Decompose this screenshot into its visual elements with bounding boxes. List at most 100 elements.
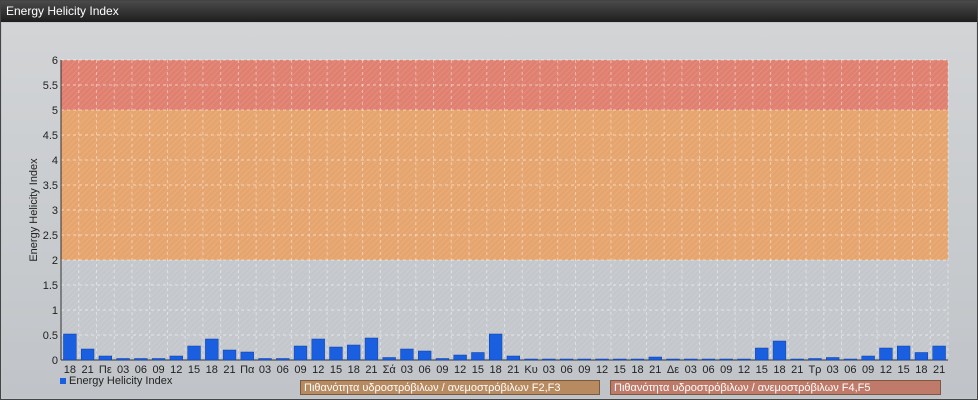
bar <box>897 345 911 361</box>
bar <box>205 338 219 361</box>
bar <box>879 347 893 361</box>
bar <box>222 349 237 361</box>
bar <box>595 358 609 361</box>
x-tick-label: 03 <box>827 364 839 376</box>
x-tick-label: 18 <box>206 364 218 376</box>
y-tick-label: 6 <box>52 55 58 67</box>
bar <box>755 347 769 361</box>
bar <box>701 358 716 361</box>
x-tick-label: 18 <box>773 364 785 376</box>
bar <box>914 352 929 361</box>
bar <box>559 358 574 361</box>
x-tick-label: 09 <box>294 364 306 376</box>
x-tick-label: 21 <box>791 364 803 376</box>
bar <box>648 356 662 361</box>
x-tick-label: 15 <box>330 364 342 376</box>
y-tick-label: 5.5 <box>43 80 58 92</box>
bar <box>843 358 858 361</box>
bar <box>187 345 201 361</box>
bar <box>329 346 343 361</box>
x-tick-label: 09 <box>578 364 590 376</box>
legend-band-f2f3: Πιθανότητα υδροστρόβιλων / ανεμοστρόβιλω… <box>300 380 600 395</box>
bar <box>418 350 432 361</box>
x-tick-label: 12 <box>738 364 750 376</box>
x-tick-label: Πα <box>240 364 255 376</box>
x-tick-label: 06 <box>560 364 572 376</box>
x-tick-label: 18 <box>631 364 643 376</box>
bar <box>666 358 680 361</box>
bar <box>737 358 751 361</box>
x-tick-label: 15 <box>614 364 626 376</box>
x-tick-label: 18 <box>915 364 927 376</box>
bar <box>861 355 875 361</box>
x-tick-label: 03 <box>401 364 413 376</box>
bar <box>364 337 379 361</box>
x-tick-label: 03 <box>543 364 555 376</box>
x-tick-label: 18 <box>490 364 502 376</box>
bar <box>630 358 645 361</box>
x-tick-label: Σά <box>383 364 397 376</box>
x-tick-label: Τρ <box>808 364 821 376</box>
x-tick-label: 03 <box>685 364 697 376</box>
x-tick-label: Κυ <box>524 364 537 376</box>
bar <box>311 338 325 361</box>
bar <box>258 358 272 361</box>
x-tick-label: 21 <box>649 364 661 376</box>
legend-swatch <box>60 378 66 385</box>
x-tick-label: 06 <box>702 364 714 376</box>
y-axis-label: Energy Helicity Index <box>28 158 40 262</box>
x-tick-label: 15 <box>898 364 910 376</box>
x-tick-label: 15 <box>188 364 200 376</box>
bar <box>276 358 290 361</box>
x-tick-label: 06 <box>419 364 431 376</box>
bar <box>240 351 254 361</box>
x-tick-label: 12 <box>596 364 608 376</box>
y-tick-label: 4.5 <box>43 130 58 142</box>
x-tick-label: 21 <box>365 364 377 376</box>
bar <box>577 358 591 361</box>
x-tick-label: 15 <box>472 364 484 376</box>
bar <box>719 358 733 361</box>
bar <box>932 345 946 361</box>
x-tick-label: 12 <box>312 364 324 376</box>
bar <box>347 344 361 361</box>
bar <box>400 348 414 361</box>
bar <box>116 358 130 361</box>
y-tick-label: 1.5 <box>43 280 58 292</box>
bar <box>98 355 112 361</box>
bar <box>613 358 627 361</box>
legend-series-label: Energy Helicity Index <box>69 375 173 387</box>
x-tick-label: 06 <box>277 364 289 376</box>
x-tick-label: 03 <box>259 364 271 376</box>
bar <box>169 355 183 361</box>
bar <box>826 357 840 361</box>
bar <box>488 333 503 361</box>
legend-series: Energy Helicity Index <box>60 375 172 388</box>
y-tick-label: 1 <box>52 305 58 317</box>
x-tick-label: 12 <box>880 364 892 376</box>
bar <box>471 352 485 361</box>
y-tick-label: 0.5 <box>43 330 58 342</box>
bar <box>524 358 538 361</box>
y-tick-label: 4 <box>52 155 58 167</box>
bar <box>134 358 148 361</box>
bar <box>63 333 77 361</box>
x-tick-label: 18 <box>348 364 360 376</box>
x-tick-label: 21 <box>507 364 519 376</box>
legend-band-f4f5: Πιθανότητα υδροστρόβιλων / ανεμοστρόβιλω… <box>610 380 941 395</box>
x-tick-label: 09 <box>720 364 732 376</box>
y-tick-label: 5 <box>52 105 58 117</box>
y-tick-label: 3.5 <box>43 180 58 192</box>
x-tick-label: Δε <box>667 364 679 376</box>
bar <box>80 348 95 361</box>
x-tick-label: 09 <box>862 364 874 376</box>
bar <box>453 354 467 361</box>
x-tick-label: 15 <box>756 364 768 376</box>
x-tick-label: 21 <box>933 364 945 376</box>
bar <box>790 358 804 361</box>
bar <box>542 358 556 361</box>
y-tick-label: 0 <box>52 355 58 367</box>
bar <box>772 340 787 361</box>
y-tick-label: 2 <box>52 255 58 267</box>
x-tick-label: 09 <box>436 364 448 376</box>
